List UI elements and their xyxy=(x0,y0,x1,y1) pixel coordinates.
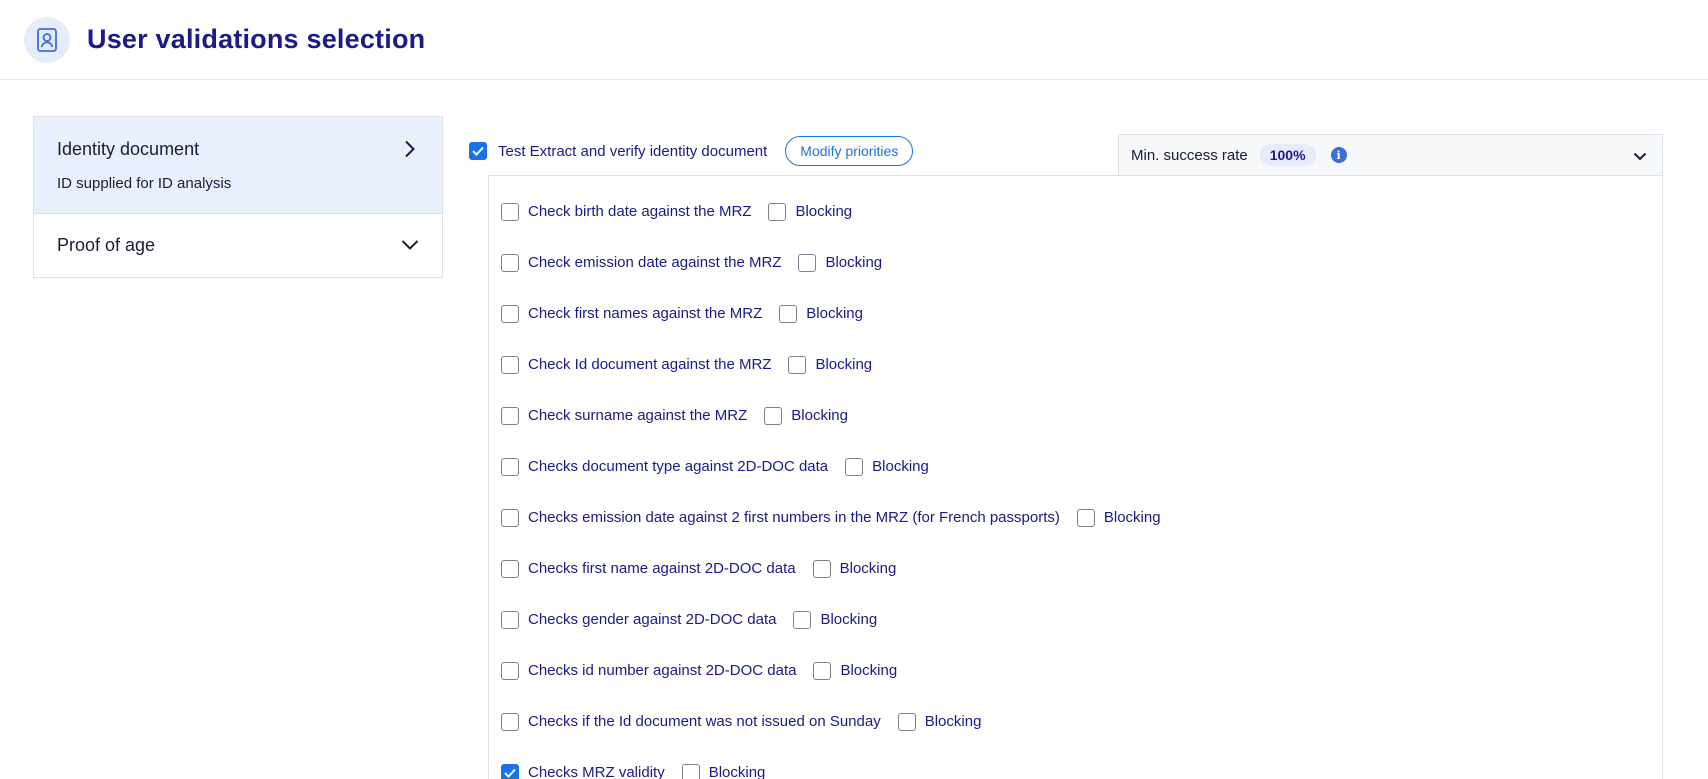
validation-checkbox[interactable] xyxy=(501,253,519,272)
validation-label: Check surname against the MRZ xyxy=(528,407,748,424)
validation-checkbox[interactable] xyxy=(501,202,519,221)
sidebar-item-subtitle: ID supplied for ID analysis xyxy=(57,175,232,192)
info-icon[interactable]: i xyxy=(1330,147,1347,163)
chevron-down-icon xyxy=(1630,146,1650,166)
validation-row: Checks gender against 2D-DOC data Blockin… xyxy=(501,594,1161,645)
validation-checkbox[interactable] xyxy=(501,661,519,680)
blocking-checkbox[interactable] xyxy=(681,763,700,779)
validation-label: Checks id number against 2D-DOC data xyxy=(528,662,797,679)
validation-row: Checks id number against 2D-DOC data Bloc… xyxy=(501,645,1161,696)
validation-checkbox[interactable] xyxy=(501,355,519,374)
validation-label: Check emission date against the MRZ xyxy=(528,254,782,271)
blocking-label: Blocking xyxy=(1103,509,1161,526)
validation-checkbox[interactable] xyxy=(501,406,519,425)
main-validation-row: Test Extract and verify identity documen… xyxy=(469,136,914,166)
blocking-label: Blocking xyxy=(839,560,897,577)
chevron-down-icon xyxy=(400,235,420,255)
validation-label: Checks if the Id document was not issued… xyxy=(528,713,881,730)
validation-checkbox[interactable] xyxy=(501,457,519,476)
main-validation-checkbox[interactable] xyxy=(469,142,487,160)
blocking-label: Blocking xyxy=(924,713,982,730)
page-title: User validations selection xyxy=(87,24,426,54)
validation-checkbox[interactable] xyxy=(501,559,519,578)
id-card-icon xyxy=(24,17,70,63)
validation-row: Checks first name against 2D-DOC data Blo… xyxy=(501,543,1161,594)
validation-label: Checks document type against 2D-DOC data xyxy=(528,458,829,475)
min-success-rate-label: Min. success rate xyxy=(1131,146,1248,164)
blocking-label: Blocking xyxy=(825,254,883,271)
blocking-checkbox[interactable] xyxy=(813,661,832,680)
min-success-rate-value: 100% xyxy=(1259,144,1316,166)
sidebar: Identity document ID supplied for ID ana… xyxy=(33,116,443,278)
validation-checkbox[interactable] xyxy=(501,610,519,629)
validation-label: Checks gender against 2D-DOC data xyxy=(528,611,777,628)
validation-row: Check surname against the MRZ Blocking xyxy=(501,390,1161,441)
validation-row: Checks document type against 2D-DOC data… xyxy=(501,441,1161,492)
validation-row: Check birth date against the MRZ Blocking xyxy=(501,186,1161,237)
validation-list: Check birth date against the MRZ Blocking… xyxy=(501,186,1161,779)
validation-checkbox[interactable] xyxy=(501,712,519,731)
validation-checkbox[interactable] xyxy=(501,508,519,527)
validation-checkbox[interactable] xyxy=(501,304,519,323)
validation-label: Check Id document against the MRZ xyxy=(528,356,772,373)
blocking-checkbox[interactable] xyxy=(768,202,787,221)
validation-label: Check first names against the MRZ xyxy=(528,305,763,322)
blocking-checkbox[interactable] xyxy=(779,304,798,323)
sidebar-item-title: Identity document xyxy=(57,139,200,159)
validation-label: Checks MRZ validity xyxy=(528,764,665,779)
blocking-checkbox[interactable] xyxy=(812,559,831,578)
page-header: User validations selection xyxy=(0,0,1708,80)
blocking-checkbox[interactable] xyxy=(1076,508,1095,527)
blocking-checkbox[interactable] xyxy=(845,457,864,476)
validation-label: Checks emission date against 2 first num… xyxy=(528,509,1060,526)
blocking-label: Blocking xyxy=(791,407,848,424)
validation-row: Checks if the Id document was not issued… xyxy=(501,696,1161,747)
validation-row: Check Id document against the MRZ Blockin… xyxy=(501,339,1161,390)
blocking-checkbox[interactable] xyxy=(793,610,812,629)
sidebar-item-identity-document[interactable]: Identity document ID supplied for ID ana… xyxy=(34,117,442,214)
blocking-label: Blocking xyxy=(795,203,853,220)
blocking-label: Blocking xyxy=(872,458,929,475)
validation-row: Check emission date against the MRZ Block… xyxy=(501,237,1161,288)
validation-row: Checks emission date against 2 first num… xyxy=(501,492,1161,543)
min-success-rate-dropdown[interactable]: Min. success rate 100% i xyxy=(1118,134,1663,176)
validation-checkbox[interactable] xyxy=(501,763,519,779)
blocking-checkbox[interactable] xyxy=(764,406,783,425)
validation-label: Checks first name against 2D-DOC data xyxy=(528,560,796,577)
blocking-checkbox[interactable] xyxy=(897,712,916,731)
sidebar-item-title: Proof of age xyxy=(57,235,156,255)
blocking-label: Blocking xyxy=(840,662,898,679)
blocking-label: Blocking xyxy=(708,764,766,779)
validation-row: Check first names against the MRZ Blockin… xyxy=(501,288,1161,339)
validation-label: Check birth date against the MRZ xyxy=(528,203,752,220)
sidebar-item-proof-of-age[interactable]: Proof of age xyxy=(34,214,442,277)
main-validation-label: Test Extract and verify identity documen… xyxy=(498,142,768,160)
blocking-checkbox[interactable] xyxy=(788,355,807,374)
blocking-checkbox[interactable] xyxy=(798,253,817,272)
validation-row: Checks MRZ validity Blocking xyxy=(501,747,1161,779)
blocking-label: Blocking xyxy=(820,611,878,628)
blocking-label: Blocking xyxy=(806,305,863,322)
chevron-right-icon xyxy=(400,139,420,159)
blocking-label: Blocking xyxy=(815,356,873,373)
modify-priorities-button[interactable]: Modify priorities xyxy=(785,136,914,166)
